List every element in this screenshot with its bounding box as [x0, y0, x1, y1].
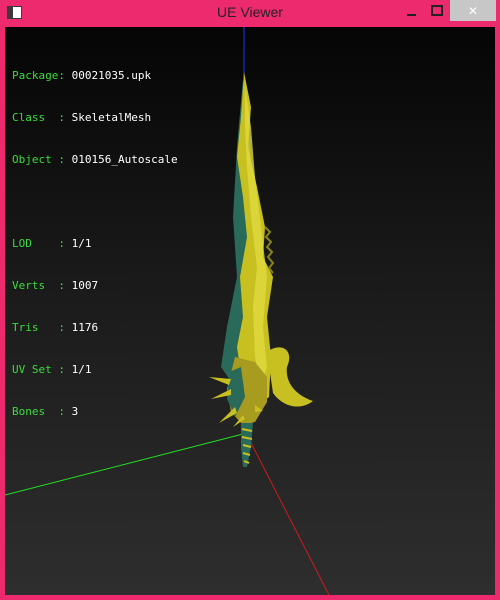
info-row-uvset: UV Set : 1/1 [12, 363, 92, 376]
info-row-object: Object : 010156_Autoscale [12, 153, 178, 166]
close-icon: ✕ [467, 3, 479, 18]
guard-curl [267, 347, 313, 407]
minimize-icon [406, 13, 416, 16]
info-row-verts: Verts : 1007 [12, 279, 99, 292]
maximize-button[interactable] [424, 0, 450, 21]
title-bar[interactable]: UE Viewer ✕ [0, 0, 500, 27]
close-button[interactable]: ✕ [450, 0, 496, 21]
info-spacer [12, 195, 178, 209]
mesh-info-overlay: Package: 00021035.upk Class : SkeletalMe… [12, 41, 178, 447]
x-axis-line [247, 436, 330, 595]
3d-viewport[interactable]: Package: 00021035.upk Class : SkeletalMe… [5, 27, 495, 595]
sword-mesh [209, 72, 313, 467]
info-row-tris: Tris : 1176 [12, 321, 99, 334]
minimize-button[interactable] [398, 0, 424, 21]
info-row-class: Class : SkeletalMesh [12, 111, 152, 124]
info-row-lod: LOD : 1/1 [12, 237, 92, 250]
guard-spike-1 [209, 377, 231, 385]
info-row-bones: Bones : 3 [12, 405, 79, 418]
info-row-package: Package: 00021035.upk [12, 69, 152, 82]
ue-viewer-window: UE Viewer ✕ Package: 00021035.upk Class … [0, 0, 500, 600]
maximize-icon [431, 5, 443, 16]
